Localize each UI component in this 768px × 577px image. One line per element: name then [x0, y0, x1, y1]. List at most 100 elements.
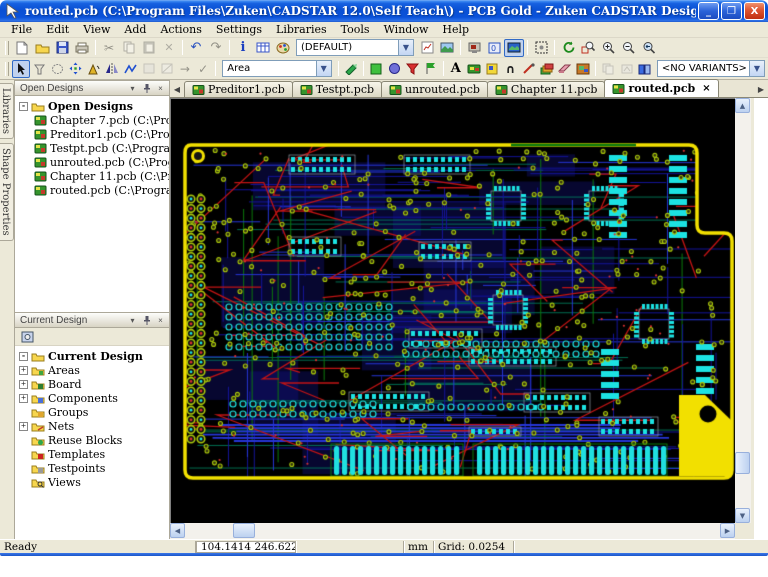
tree-row-areas[interactable]: + Areas: [19, 363, 169, 377]
panel-close-button[interactable]: ×: [154, 82, 167, 94]
zoom-in-button[interactable]: [598, 39, 618, 57]
style-combo-arrow[interactable]: ▼: [398, 40, 413, 55]
menu-settings[interactable]: Settings: [209, 22, 269, 37]
layers-button[interactable]: [538, 60, 556, 78]
paste-variant-button[interactable]: [599, 60, 617, 78]
variant-combo[interactable]: <NO VARIANTS> ▼: [656, 60, 765, 77]
menu-actions[interactable]: Actions: [153, 22, 208, 37]
add-connection-button[interactable]: ∩: [501, 60, 519, 78]
vscroll-thumb[interactable]: [735, 452, 750, 474]
grid-indicator[interactable]: Grid: 0.0254: [434, 540, 514, 553]
copper-pour-button[interactable]: [342, 60, 360, 78]
select-button[interactable]: [11, 59, 31, 78]
pcb-editor-button[interactable]: [464, 39, 484, 57]
tree-row-nets[interactable]: + Nets: [19, 419, 169, 433]
rotate-button[interactable]: [85, 60, 103, 78]
tab-routed[interactable]: routed.pcb ×: [604, 79, 719, 97]
mirror-button[interactable]: [103, 60, 121, 78]
add-component-button[interactable]: [465, 60, 483, 78]
tab-scroll-left-button[interactable]: ◀: [170, 81, 184, 97]
panel-pin-button[interactable]: [140, 314, 153, 326]
view-extents-button[interactable]: [531, 39, 551, 57]
variant-editor-button[interactable]: [636, 60, 654, 78]
menu-tools[interactable]: Tools: [334, 22, 377, 37]
next-item-button[interactable]: →: [176, 60, 194, 78]
panel-menu-button[interactable]: ▾: [126, 82, 139, 94]
mode-combo[interactable]: Area ▼: [222, 60, 332, 77]
tree-row-templates[interactable]: Templates: [19, 447, 169, 461]
menu-window[interactable]: Window: [377, 22, 436, 37]
tab-close-button[interactable]: ×: [702, 83, 710, 94]
zoom-area-button[interactable]: [578, 39, 598, 57]
libraries-side-tab[interactable]: Libraries: [0, 83, 14, 140]
menu-help[interactable]: Help: [435, 22, 476, 37]
minimize-button[interactable]: _: [698, 2, 719, 20]
panel-menu-button[interactable]: ▾: [126, 314, 139, 326]
tree-filter-button[interactable]: [18, 329, 36, 345]
shape-properties-side-tab[interactable]: Shape Properties: [0, 143, 14, 241]
tree-row[interactable]: unrouted.pcb (C:\Progra: [19, 155, 169, 169]
screenshot-button[interactable]: [437, 39, 457, 57]
scroll-right-button[interactable]: ▶: [720, 523, 735, 538]
unfix-item-button[interactable]: [158, 60, 176, 78]
menu-view[interactable]: View: [76, 22, 117, 37]
tree-row-views[interactable]: Views: [19, 475, 169, 489]
tree-row-testpoints[interactable]: Testpoints: [19, 461, 169, 475]
shape-circle-button[interactable]: [385, 60, 403, 78]
scroll-down-button[interactable]: ▼: [735, 508, 750, 523]
colors-button[interactable]: [273, 39, 293, 57]
current-design-titlebar[interactable]: Current Design ▾ ×: [15, 313, 169, 328]
print-button[interactable]: [72, 39, 92, 57]
new-button[interactable]: [12, 39, 32, 57]
expand-box[interactable]: +: [19, 421, 28, 431]
expand-box[interactable]: +: [19, 379, 28, 389]
restore-button[interactable]: ❐: [721, 2, 742, 20]
tree-row[interactable]: Chapter 7.pcb (C:\Progra: [19, 113, 169, 127]
spreadsheet-button[interactable]: [253, 39, 273, 57]
open-designs-titlebar[interactable]: Open Designs ▾ ×: [15, 81, 169, 96]
horizontal-scrollbar[interactable]: ◀ ▶: [170, 523, 735, 539]
move-button[interactable]: [67, 60, 85, 78]
polyline-button[interactable]: [121, 60, 139, 78]
panel-pin-button[interactable]: [140, 82, 153, 94]
tree-row[interactable]: - Open Designs: [19, 99, 169, 113]
collapse-box[interactable]: -: [19, 101, 28, 111]
delete-button[interactable]: ✕: [159, 39, 179, 57]
zoom-out-button[interactable]: [618, 39, 638, 57]
redo-button[interactable]: ↷: [206, 39, 226, 57]
tab-unrouted[interactable]: unrouted.pcb: [381, 81, 488, 97]
tab-preditor1[interactable]: Preditor1.pcb: [184, 81, 293, 97]
expand-box[interactable]: +: [19, 365, 28, 375]
tab-chapter11[interactable]: Chapter 11.pcb: [486, 81, 606, 97]
menu-edit[interactable]: Edit: [39, 22, 76, 37]
add-probe-button[interactable]: [520, 60, 538, 78]
accept-button[interactable]: ✓: [194, 60, 212, 78]
tree-row-reuse-blocks[interactable]: Reuse Blocks: [19, 433, 169, 447]
scroll-left-button[interactable]: ◀: [170, 523, 185, 538]
copy-button[interactable]: [119, 39, 139, 57]
menu-file[interactable]: File: [4, 22, 39, 37]
testland-button[interactable]: [421, 60, 439, 78]
toolbar-grip[interactable]: [5, 61, 9, 76]
item-properties-button[interactable]: i: [233, 39, 253, 57]
tree-row[interactable]: Chapter 11.pcb (C:\Prog: [19, 169, 169, 183]
hscroll-thumb[interactable]: [233, 523, 255, 538]
toolbar-grip[interactable]: [5, 40, 9, 55]
save-button[interactable]: [52, 39, 72, 57]
tree-row[interactable]: - Current Design: [19, 349, 169, 363]
title-bar[interactable]: routed.pcb (C:\Program Files\Zuken\CADST…: [0, 0, 768, 22]
variant-toggle-button[interactable]: [618, 60, 636, 78]
select-polygon-button[interactable]: [30, 60, 48, 78]
shape-funnel-button[interactable]: [403, 60, 421, 78]
refresh-button[interactable]: [558, 39, 578, 57]
collapse-box[interactable]: -: [19, 351, 28, 361]
tree-row[interactable]: Testpt.pcb (C:\Program: [19, 141, 169, 155]
menu-libraries[interactable]: Libraries: [269, 22, 334, 37]
fix-item-button[interactable]: [139, 60, 157, 78]
tab-scroll-right-button[interactable]: ▶: [754, 81, 768, 97]
tree-row-groups[interactable]: Groups: [19, 405, 169, 419]
report-button[interactable]: [417, 39, 437, 57]
variant-combo-arrow[interactable]: ▼: [748, 61, 764, 76]
style-combo[interactable]: (DEFAULT) ▼: [296, 39, 414, 56]
pcb-canvas[interactable]: [171, 99, 735, 523]
